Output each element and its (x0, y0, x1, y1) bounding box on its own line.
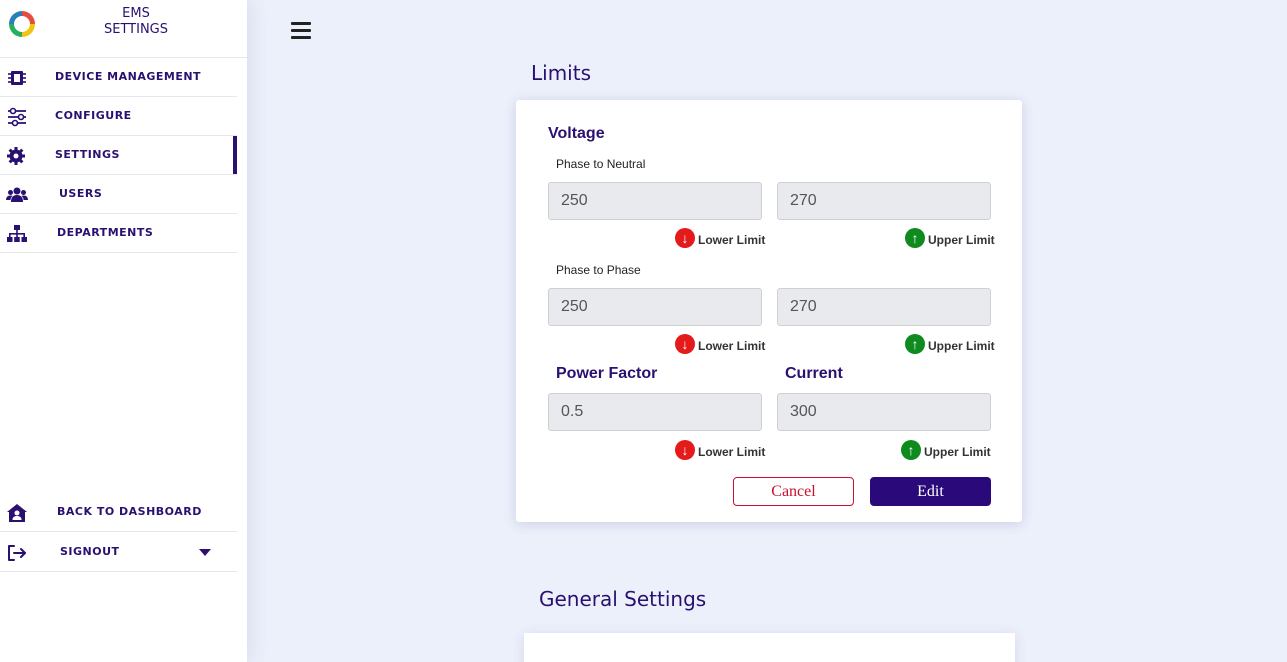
sidebar-item-label: DEPARTMENTS (57, 226, 154, 239)
brand-header: EMS SETTINGS (0, 0, 247, 58)
phase-phase-label: Phase to Phase (556, 263, 641, 277)
power-factor-input[interactable]: 0.5 (548, 393, 762, 431)
arrow-up-icon: ↑ (905, 228, 925, 248)
arrow-up-icon: ↑ (901, 440, 921, 460)
arrow-down-icon: ↓ (675, 440, 695, 460)
sign-out-icon (8, 545, 26, 561)
sidebar-item-configure[interactable]: CONFIGURE (0, 97, 237, 136)
gear-icon (7, 147, 25, 165)
chevron-down-icon[interactable] (199, 549, 211, 556)
signout-button[interactable]: SIGNOUT (0, 533, 237, 572)
sitemap-icon (7, 225, 27, 242)
arrow-up-icon: ↑ (905, 334, 925, 354)
hamburger-line (291, 36, 311, 39)
limits-title: Limits (531, 61, 591, 85)
brand-title: EMS SETTINGS (86, 6, 186, 38)
home-user-icon (7, 504, 27, 522)
upper-limit-label: Upper Limit (924, 445, 991, 459)
phase-neutral-label: Phase to Neutral (556, 157, 646, 171)
general-settings-title: General Settings (539, 587, 707, 611)
phase-phase-lower-input[interactable]: 250 (548, 288, 762, 326)
sliders-icon (8, 107, 26, 127)
sidebar: EMS SETTINGS DEVICE MANAGEMENT CONFIGURE (0, 0, 247, 662)
lower-limit-label: Lower Limit (698, 339, 766, 353)
signout-label: SIGNOUT (60, 545, 120, 558)
phase-phase-upper-input[interactable]: 270 (777, 288, 991, 326)
ems-logo-icon (9, 11, 35, 37)
upper-limit-label: Upper Limit (928, 339, 995, 353)
sidebar-item-label: DEVICE MANAGEMENT (55, 70, 202, 83)
arrow-down-icon: ↓ (675, 334, 695, 354)
cancel-button[interactable]: Cancel (733, 477, 854, 506)
chip-icon (8, 71, 26, 85)
hamburger-line (291, 29, 311, 32)
sidebar-item-users[interactable]: USERS (0, 175, 237, 214)
lower-limit-label: Lower Limit (698, 233, 766, 247)
current-input[interactable]: 300 (777, 393, 991, 431)
brand-line-2: SETTINGS (103, 22, 168, 37)
sidebar-item-departments[interactable]: DEPARTMENTS (0, 214, 237, 253)
general-settings-card (524, 633, 1015, 662)
sidebar-item-settings[interactable]: SETTINGS (0, 136, 237, 175)
back-to-dashboard-label: BACK TO DASHBOARD (57, 505, 202, 518)
hamburger-line (291, 22, 311, 25)
current-heading: Current (785, 365, 843, 382)
edit-button[interactable]: Edit (870, 477, 991, 506)
phase-neutral-upper-input[interactable]: 270 (777, 182, 991, 220)
arrow-down-icon: ↓ (675, 228, 695, 248)
back-to-dashboard-button[interactable]: BACK TO DASHBOARD (0, 493, 237, 532)
sidebar-item-label: CONFIGURE (55, 109, 132, 122)
limits-card: Voltage Phase to Neutral 250 270 ↓ Lower… (516, 100, 1022, 522)
sidebar-item-device-management[interactable]: DEVICE MANAGEMENT (0, 58, 237, 97)
users-icon (6, 187, 28, 202)
sidebar-item-label: USERS (59, 187, 103, 200)
menu-toggle-button[interactable] (291, 22, 311, 40)
lower-limit-label: Lower Limit (698, 445, 766, 459)
upper-limit-label: Upper Limit (928, 233, 995, 247)
phase-neutral-lower-input[interactable]: 250 (548, 182, 762, 220)
sidebar-item-label: SETTINGS (55, 148, 120, 161)
voltage-heading: Voltage (548, 125, 605, 142)
power-factor-heading: Power Factor (556, 365, 658, 382)
brand-line-1: EMS (122, 6, 150, 21)
